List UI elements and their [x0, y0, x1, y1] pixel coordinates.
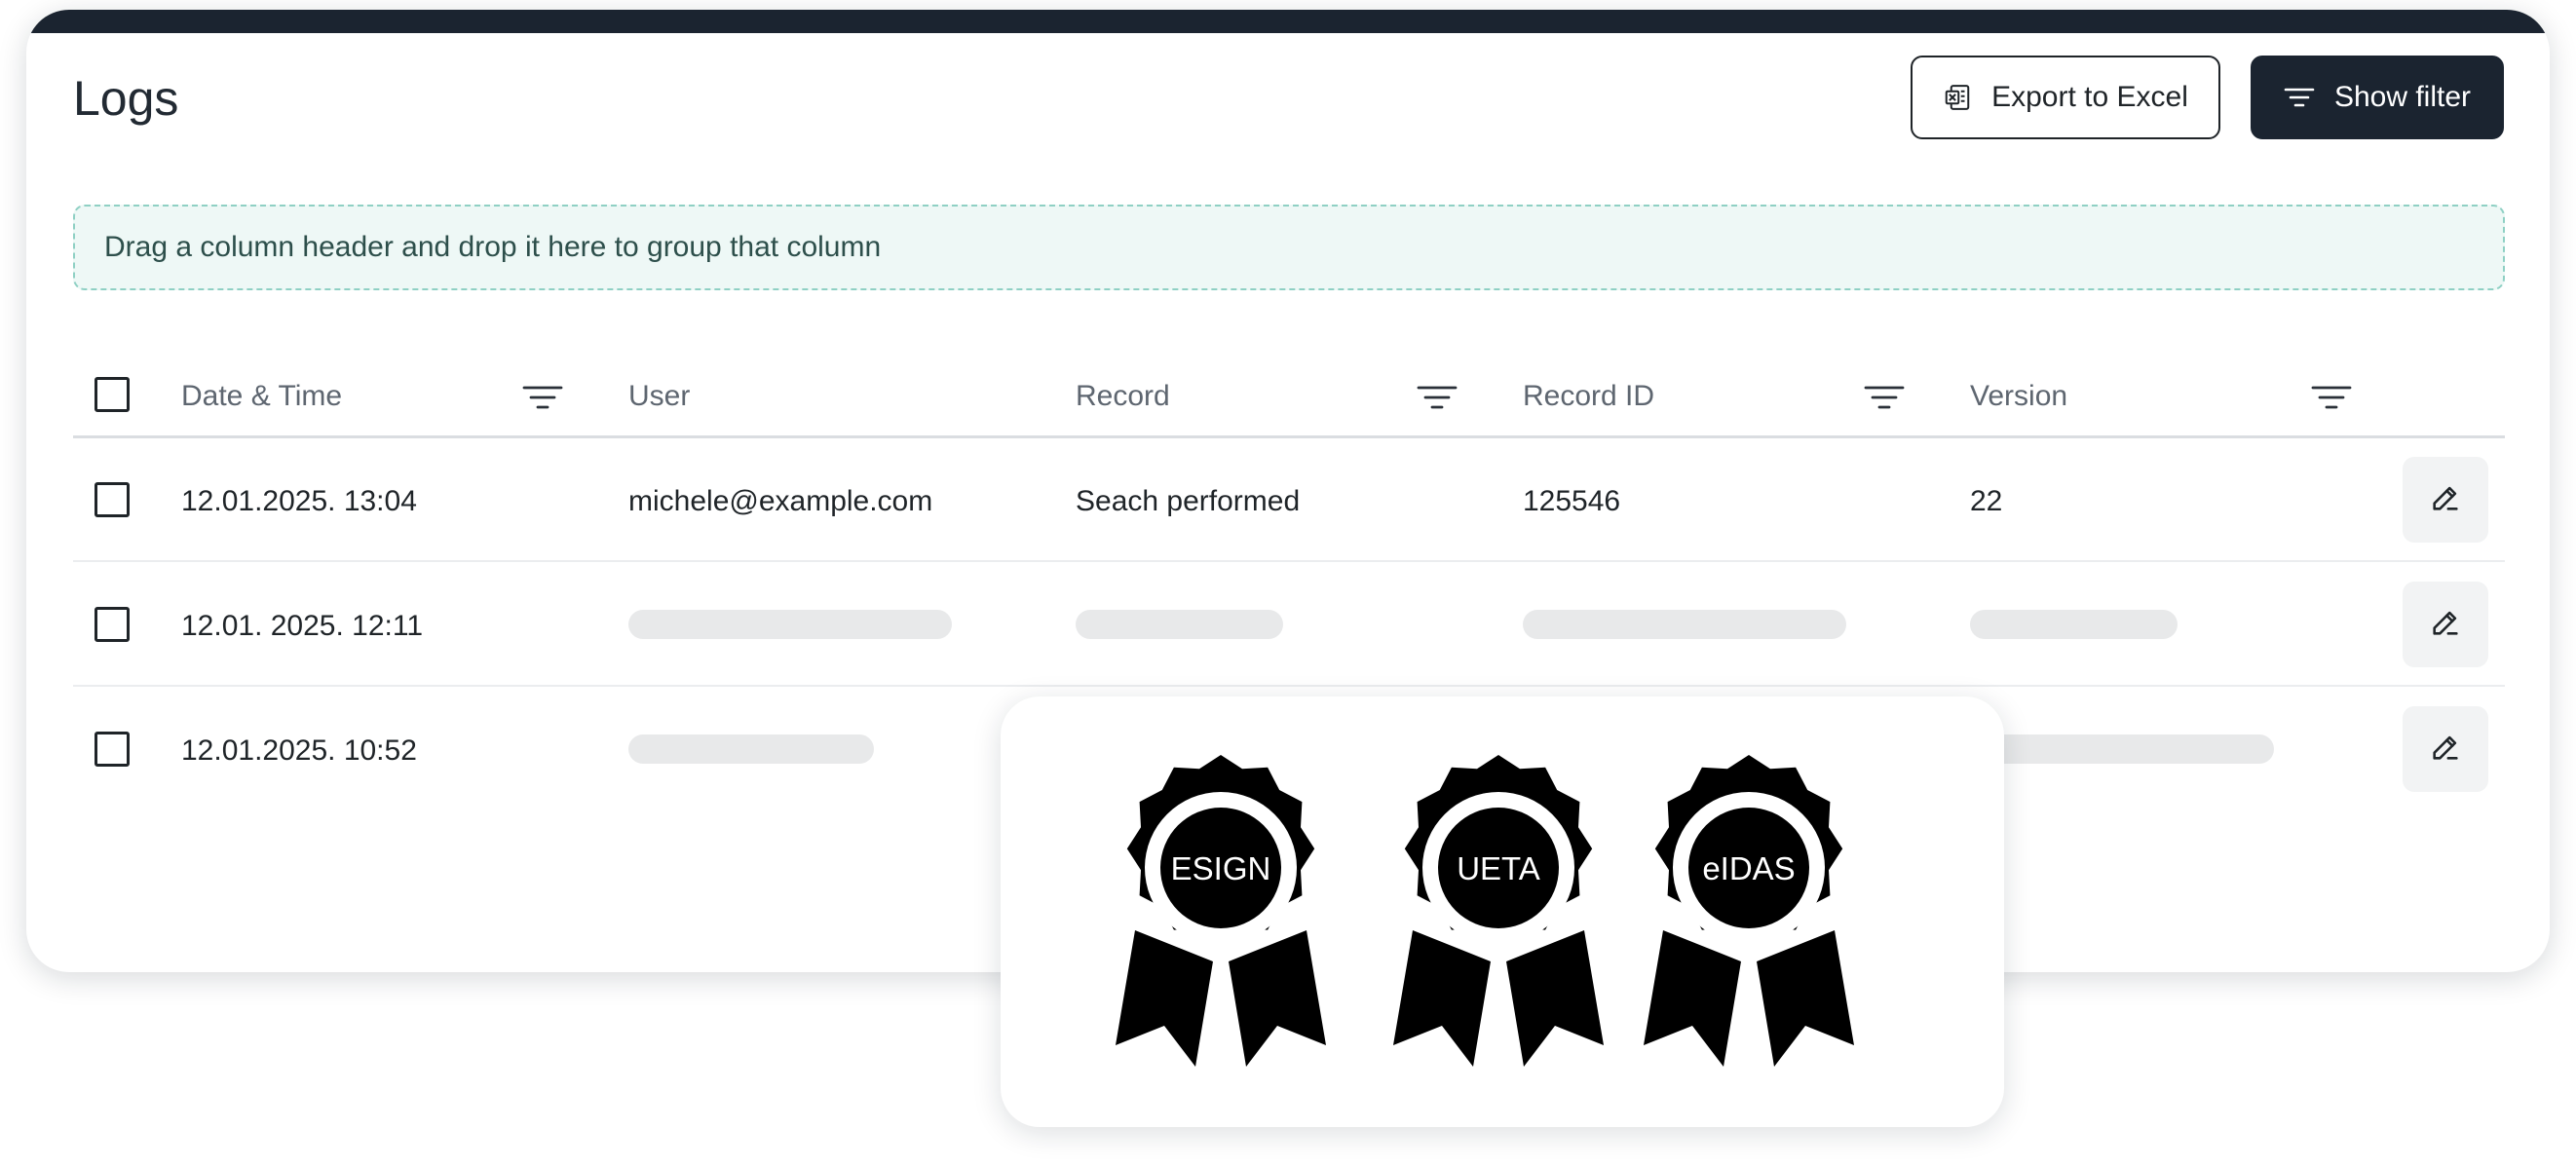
- compliance-badges-card: ESIGN UETA eIDAS: [1001, 696, 2004, 1127]
- column-header-version[interactable]: Version: [1970, 380, 2067, 413]
- cell-date-time: 12.01.2025. 10:52: [181, 734, 417, 767]
- filter-icon[interactable]: [1864, 385, 1905, 415]
- award-ribbon-icon: UETA: [1393, 755, 1604, 1067]
- skeleton-placeholder: [1970, 610, 2178, 639]
- row-checkbox[interactable]: [95, 732, 130, 767]
- skeleton-placeholder: [628, 734, 874, 764]
- excel-icon: [1943, 83, 1972, 112]
- column-header-record-id[interactable]: Record ID: [1523, 380, 1654, 413]
- group-by-drop-zone[interactable]: Drag a column header and drop it here to…: [73, 205, 2505, 290]
- edit-button[interactable]: [2403, 582, 2488, 667]
- row-checkbox[interactable]: [95, 482, 130, 517]
- pencil-icon: [2429, 731, 2462, 769]
- column-header-user[interactable]: User: [628, 380, 690, 413]
- filter-icon[interactable]: [2311, 385, 2352, 415]
- group-hint-text: Drag a column header and drop it here to…: [104, 231, 882, 263]
- show-filter-button[interactable]: Show filter: [2251, 56, 2504, 139]
- export-to-excel-button[interactable]: Export to Excel: [1911, 56, 2220, 139]
- row-divider: [73, 685, 2505, 687]
- cell-date-time: 12.01. 2025. 12:11: [181, 610, 423, 642]
- skeleton-placeholder: [1523, 610, 1846, 639]
- cell-record: Seach performed: [1076, 485, 1301, 517]
- filter-icon: [2284, 87, 2315, 108]
- skeleton-placeholder: [1076, 610, 1283, 639]
- cell-version: 22: [1970, 485, 2003, 517]
- pencil-icon: [2429, 606, 2462, 644]
- select-all-checkbox[interactable]: [95, 377, 130, 412]
- skeleton-placeholder: [628, 610, 952, 639]
- column-header-date-time[interactable]: Date & Time: [181, 380, 342, 413]
- header-divider: [73, 435, 2505, 438]
- cell-record-id: 125546: [1523, 485, 1621, 517]
- eidas-badge: eIDAS: [1636, 755, 1862, 1072]
- filter-button-label: Show filter: [2333, 81, 2472, 113]
- cell-user: michele@example.com: [628, 485, 933, 517]
- award-ribbon-icon: ESIGN: [1116, 755, 1326, 1067]
- panel-top-bar: [26, 10, 2550, 33]
- edit-button[interactable]: [2403, 706, 2488, 792]
- skeleton-placeholder: [1985, 734, 2274, 764]
- ueta-badge: UETA: [1385, 755, 1611, 1072]
- page-title: Logs: [73, 71, 179, 126]
- column-header-record[interactable]: Record: [1076, 380, 1170, 413]
- filter-icon[interactable]: [1417, 385, 1458, 415]
- pencil-icon: [2429, 481, 2462, 519]
- row-divider: [73, 560, 2505, 562]
- eidas-label: eIDAS: [1702, 850, 1795, 886]
- edit-button[interactable]: [2403, 457, 2488, 543]
- ueta-label: UETA: [1457, 850, 1540, 886]
- row-checkbox[interactable]: [95, 607, 130, 642]
- esign-badge: ESIGN: [1108, 755, 1334, 1072]
- award-ribbon-icon: eIDAS: [1644, 755, 1854, 1067]
- filter-icon[interactable]: [522, 385, 563, 415]
- cell-date-time: 12.01.2025. 13:04: [181, 485, 417, 517]
- esign-label: ESIGN: [1171, 850, 1271, 886]
- export-button-label: Export to Excel: [1991, 81, 2188, 113]
